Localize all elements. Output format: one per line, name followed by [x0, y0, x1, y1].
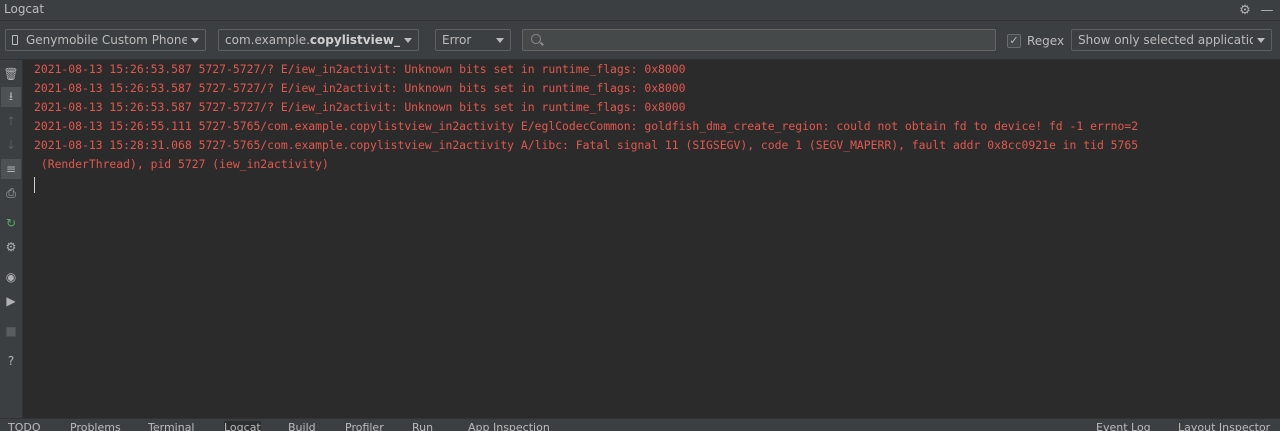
up-arrow-icon[interactable]: ↑ — [1, 111, 21, 131]
log-line: (RenderThread), pid 5727 (iew_in2activit… — [34, 157, 329, 171]
restart-icon[interactable]: ↻ — [1, 213, 21, 233]
logcat-sidebar: 🗑 ⭳ ↑ ↓ ≡ ⎙ ↻ ⚙ ◉ ▶ ■ ? — [0, 60, 23, 418]
logcat-titlebar: Logcat ⚙ — — [0, 0, 1280, 21]
regex-checkbox[interactable]: ✓ Regex — [1007, 34, 1064, 48]
screen-record-icon[interactable]: ▶ — [1, 291, 21, 311]
log-line: 2021-08-13 15:28:31.068 5727-5765/com.ex… — [34, 138, 1139, 152]
trash-icon[interactable]: 🗑 — [1, 64, 21, 84]
print-icon[interactable]: ⎙ — [1, 183, 21, 203]
stop-icon[interactable]: ■ — [1, 321, 21, 341]
tool-window-bar: TODO Problems Terminal Logcat Build Prof… — [0, 418, 1280, 431]
log-line: 2021-08-13 15:26:53.587 5727-5727/? E/ie… — [34, 100, 686, 114]
regex-label: Regex — [1027, 34, 1065, 48]
chevron-down-icon — [496, 37, 504, 43]
process-name: copylistview_in2activ — [309, 33, 400, 47]
search-icon — [531, 34, 541, 44]
device-select[interactable]: Genymobile Custom Phone And — [5, 29, 206, 51]
device-select-value: Genymobile Custom Phone And — [26, 33, 187, 47]
down-arrow-icon[interactable]: ↓ — [1, 135, 21, 155]
checkmark-icon[interactable]: ✓ — [1007, 34, 1021, 48]
process-select[interactable]: com.example.copylistview_in2activ — [218, 29, 419, 51]
search-input[interactable] — [547, 32, 991, 50]
filter-select-value: Show only selected application — [1078, 33, 1253, 47]
text-cursor — [34, 177, 35, 193]
log-output[interactable]: 2021-08-13 15:26:53.587 5727-5727/? E/ie… — [23, 60, 1280, 418]
log-line: 2021-08-13 15:26:55.111 5727-5765/com.ex… — [34, 119, 1139, 133]
search-field[interactable] — [522, 29, 996, 51]
log-level-select[interactable]: Error — [435, 29, 511, 51]
help-icon[interactable]: ? — [1, 351, 21, 371]
filter-select[interactable]: Show only selected application — [1071, 29, 1272, 51]
chevron-down-icon — [1257, 37, 1265, 43]
screenshot-icon[interactable]: ◉ — [1, 267, 21, 287]
log-level-value: Error — [442, 33, 472, 47]
chevron-down-icon — [404, 37, 412, 43]
settings-icon[interactable]: ⚙ — [1, 237, 21, 257]
log-line: 2021-08-13 15:26:53.587 5727-5727/? E/ie… — [34, 81, 686, 95]
panel-title: Logcat — [4, 2, 45, 16]
process-prefix: com.example. — [225, 33, 310, 47]
process-select-value: com.example.copylistview_in2activ — [225, 33, 400, 47]
minimize-icon[interactable]: — — [1259, 0, 1275, 20]
soft-wrap-icon[interactable]: ≡ — [1, 159, 21, 179]
phone-icon — [12, 35, 18, 45]
logcat-toolbar: Genymobile Custom Phone And com.example.… — [0, 21, 1280, 60]
chevron-down-icon — [191, 37, 199, 43]
log-line: 2021-08-13 15:26:53.587 5727-5727/? E/ie… — [34, 62, 686, 76]
scroll-to-end-icon[interactable]: ⭳ — [1, 87, 21, 107]
gear-icon[interactable]: ⚙ — [1237, 0, 1253, 20]
